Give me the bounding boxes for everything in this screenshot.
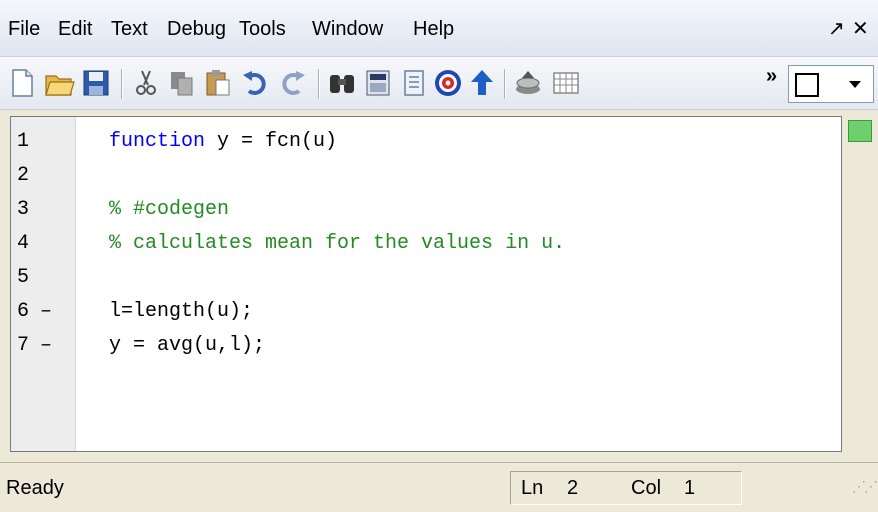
menu-help[interactable]: Help: [413, 18, 454, 41]
comment-text: % #codegen: [109, 198, 230, 221]
line-number: 6: [17, 300, 30, 323]
open-folder-icon[interactable]: [44, 67, 76, 99]
up-arrow-icon[interactable]: [466, 67, 498, 99]
find-binoculars-icon[interactable]: [326, 67, 358, 99]
target-icon[interactable]: [432, 67, 464, 99]
column-value: 1: [684, 477, 696, 499]
line-value: 2: [567, 477, 579, 499]
chevron-down-icon: [849, 81, 861, 88]
code-line: 3 % #codegen: [11, 193, 841, 227]
menu-edit[interactable]: Edit: [58, 18, 92, 41]
save-icon[interactable]: [80, 67, 112, 99]
breakpoint-marker[interactable]: –: [40, 295, 52, 329]
code-text: function y = fcn(u): [109, 125, 337, 159]
editor-right-margin: [842, 116, 876, 450]
menu-tools[interactable]: Tools: [239, 18, 286, 41]
menu-debug[interactable]: Debug: [167, 18, 226, 41]
line-number: 3: [17, 198, 30, 221]
code-line: 1 function y = fcn(u): [11, 125, 841, 159]
undock-icon[interactable]: ↗: [828, 16, 845, 41]
line-number: 4: [17, 232, 30, 255]
calculator-icon[interactable]: [362, 67, 394, 99]
menu-text[interactable]: Text: [111, 18, 148, 41]
toolbar: »: [0, 57, 878, 110]
code-text: l=length(u);: [109, 300, 254, 323]
toolbar-separator: [318, 69, 320, 99]
toolbar-overflow-icon[interactable]: »: [766, 65, 777, 88]
code-editor[interactable]: 1 function y = fcn(u) 2 3 % #codegen 4 %…: [10, 116, 842, 452]
line-number: 1: [17, 130, 30, 153]
cut-icon[interactable]: [130, 67, 162, 99]
code-line: 2: [11, 159, 841, 193]
menu-bar: File Edit Text Debug Tools Window Help ↗…: [0, 0, 878, 57]
copy-icon[interactable]: [166, 67, 198, 99]
breakpoint-marker[interactable]: –: [40, 329, 52, 363]
document-icon[interactable]: [398, 67, 430, 99]
keyword-function: function: [109, 130, 206, 153]
square-icon: [795, 73, 819, 97]
line-number: 7: [17, 334, 30, 357]
menu-window[interactable]: Window: [312, 18, 383, 41]
code-analyzer-status-indicator[interactable]: [848, 120, 872, 142]
comment-text: % calculates mean for the values in u.: [109, 232, 566, 255]
code-line: 4 % calculates mean for the values in u.: [11, 227, 841, 261]
redo-icon[interactable]: [276, 67, 308, 99]
toolbar-separator: [121, 69, 123, 99]
function-signature: y = fcn(u): [205, 130, 338, 153]
cursor-position-panel: [510, 471, 742, 505]
code-line: 5: [11, 261, 841, 295]
column-label: Col: [631, 477, 662, 499]
line-number: 5: [17, 266, 30, 289]
close-icon[interactable]: ✕: [852, 16, 869, 41]
undo-icon[interactable]: [240, 67, 272, 99]
status-bar: Ready Ln 2 Col 1: [0, 462, 878, 512]
line-number: 2: [17, 164, 30, 187]
code-line: 7 – y = avg(u,l);: [11, 329, 841, 363]
toolbar-separator: [504, 69, 506, 99]
mode-dropdown[interactable]: [788, 65, 874, 103]
line-label: Ln: [521, 477, 544, 499]
paste-icon[interactable]: [202, 67, 234, 99]
matrix-icon[interactable]: [550, 67, 582, 99]
code-text: y = avg(u,l);: [109, 334, 266, 357]
code-line: 6 – l=length(u);: [11, 295, 841, 329]
new-file-icon[interactable]: [6, 67, 38, 99]
build-icon[interactable]: [512, 67, 544, 99]
resize-grip-icon[interactable]: ⋰⋰: [852, 478, 878, 495]
status-text: Ready: [6, 477, 64, 499]
menu-file[interactable]: File: [8, 18, 40, 41]
